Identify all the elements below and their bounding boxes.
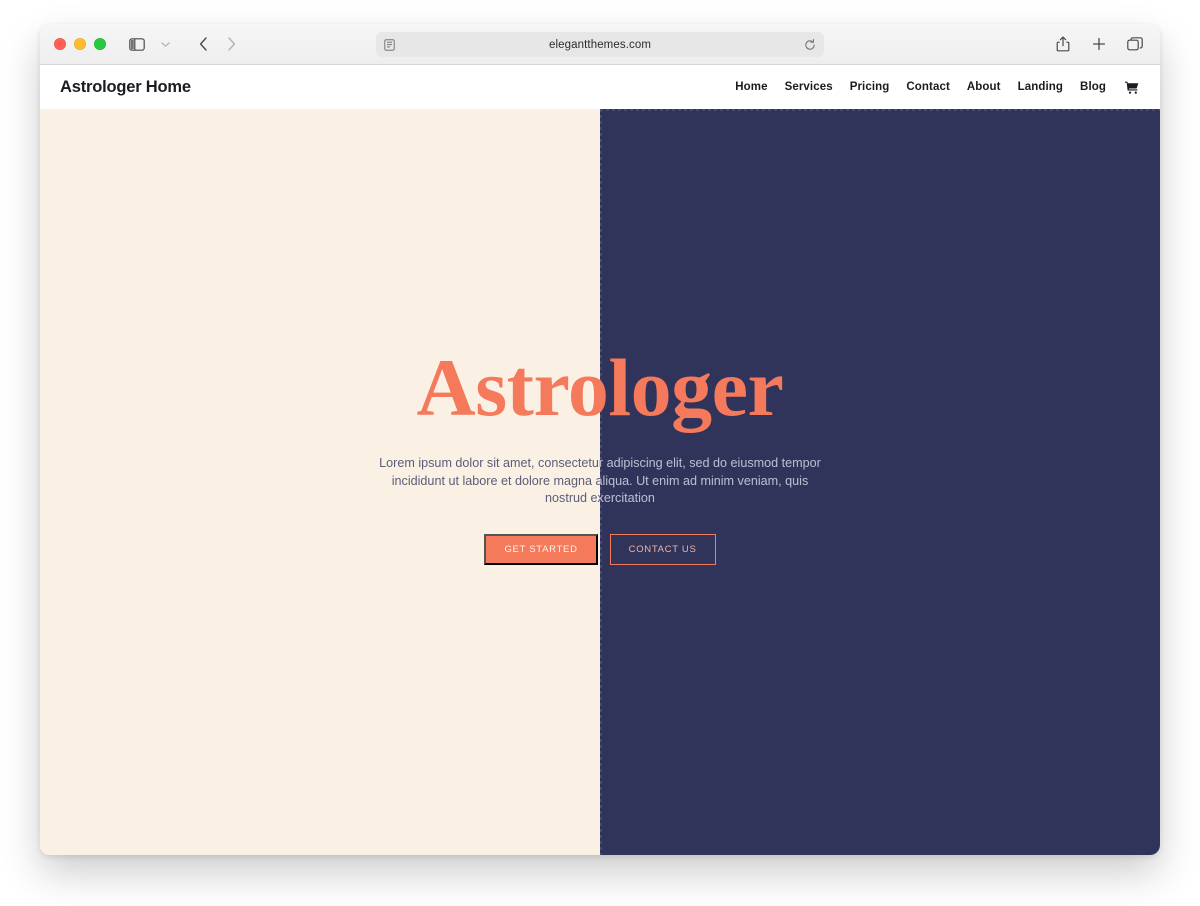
nav-item-blog[interactable]: Blog bbox=[1080, 81, 1106, 93]
browser-window: elegantthemes.com Astrologer Home Home S… bbox=[40, 24, 1160, 855]
site-header: Astrologer Home Home Services Pricing Co… bbox=[40, 65, 1160, 109]
toolbar-actions bbox=[1050, 33, 1148, 55]
navigation-controls bbox=[124, 33, 244, 55]
share-icon[interactable] bbox=[1050, 33, 1076, 55]
browser-toolbar: elegantthemes.com bbox=[40, 24, 1160, 65]
shopping-cart-icon[interactable] bbox=[1125, 81, 1139, 94]
get-started-button[interactable]: GET STARTED bbox=[484, 533, 598, 565]
reload-icon[interactable] bbox=[804, 38, 816, 51]
address-bar[interactable]: elegantthemes.com bbox=[376, 32, 824, 57]
forward-arrow-icon[interactable] bbox=[218, 33, 244, 55]
close-window-button[interactable] bbox=[54, 38, 66, 50]
main-navigation: Home Services Pricing Contact About Land… bbox=[735, 81, 1139, 94]
chevron-down-icon[interactable] bbox=[152, 33, 178, 55]
maximize-window-button[interactable] bbox=[94, 38, 106, 50]
hero-section: Astrologer Lorem ipsum dolor sit amet, c… bbox=[40, 109, 1160, 855]
tab-overview-icon[interactable] bbox=[1122, 33, 1148, 55]
back-arrow-icon[interactable] bbox=[190, 33, 216, 55]
site-logo[interactable]: Astrologer Home bbox=[60, 78, 191, 97]
plus-icon[interactable] bbox=[1086, 33, 1112, 55]
window-controls bbox=[40, 38, 106, 50]
contact-us-button[interactable]: CONTACT US bbox=[609, 533, 716, 565]
address-bar-url: elegantthemes.com bbox=[548, 38, 652, 51]
sidebar-icon[interactable] bbox=[124, 33, 150, 55]
nav-item-landing[interactable]: Landing bbox=[1018, 81, 1063, 93]
website-viewport: Astrologer Home Home Services Pricing Co… bbox=[40, 65, 1160, 855]
nav-item-home[interactable]: Home bbox=[735, 81, 767, 93]
reader-icon[interactable] bbox=[384, 38, 395, 51]
hero-content: Astrologer Lorem ipsum dolor sit amet, c… bbox=[40, 109, 1160, 855]
hero-title: Astrologer bbox=[416, 342, 784, 434]
hero-paragraph: Lorem ipsum dolor sit amet, consectetur … bbox=[369, 455, 831, 508]
address-bar-container: elegantthemes.com bbox=[376, 32, 824, 57]
nav-item-pricing[interactable]: Pricing bbox=[850, 81, 890, 93]
minimize-window-button[interactable] bbox=[74, 38, 86, 50]
hero-buttons: GET STARTED CONTACT US bbox=[484, 533, 716, 565]
nav-item-services[interactable]: Services bbox=[785, 81, 833, 93]
nav-item-contact[interactable]: Contact bbox=[906, 81, 950, 93]
nav-item-about[interactable]: About bbox=[967, 81, 1001, 93]
